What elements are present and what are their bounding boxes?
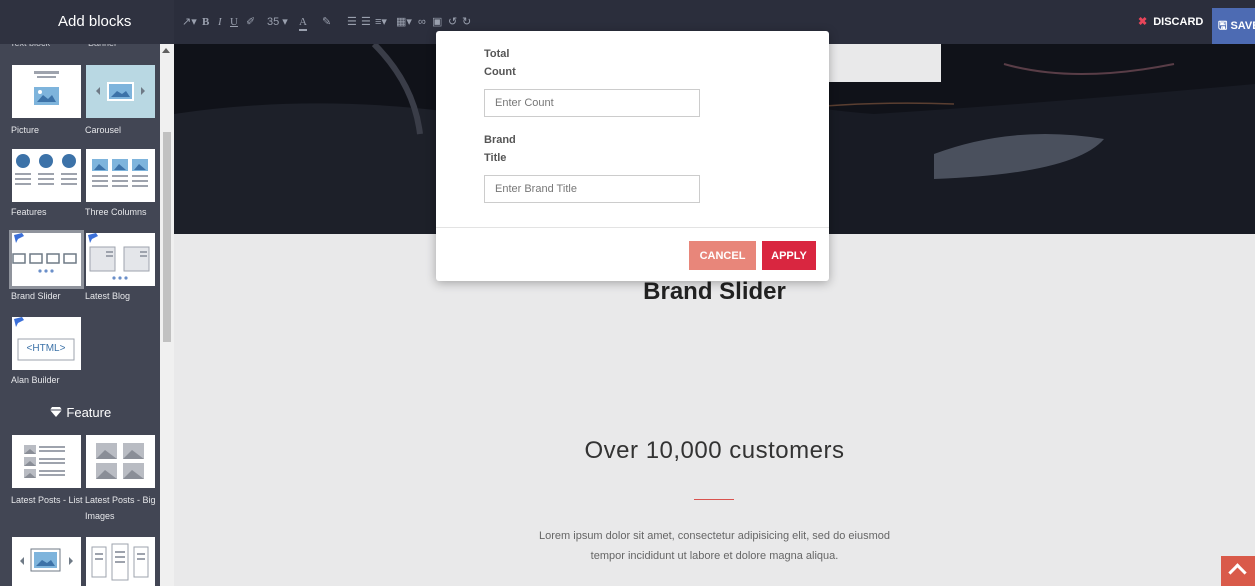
heading-divider (694, 499, 734, 500)
numbered-list-icon[interactable]: ☰ (361, 15, 371, 29)
save-label: SAVE (1230, 20, 1255, 32)
save-button[interactable]: 🖫 SAVE (1212, 8, 1255, 44)
carousel-thumbnail (86, 65, 155, 118)
scroll-to-top-button[interactable] (1221, 556, 1255, 586)
align-dropdown-icon[interactable]: ≡▾ (375, 15, 387, 29)
total-count-label: Total Count (484, 45, 516, 81)
close-icon: ✖ (1138, 16, 1148, 28)
scroll-up-arrow-icon[interactable] (162, 48, 170, 53)
brand-title-label-line-1: Brand (484, 134, 516, 146)
feature-section-header: Feature (0, 405, 160, 420)
brand-title-label: Brand Title (484, 131, 516, 167)
latest-posts-big-thumbnail (86, 435, 155, 488)
brand-title-input[interactable] (484, 175, 700, 203)
latest-posts-big-icon (96, 443, 144, 479)
image-insert-icon[interactable]: ▣ (432, 15, 442, 29)
sidebar-scrollbar[interactable] (160, 44, 174, 586)
lorem-line-2: tempor incididunt ut labore et dolore ma… (590, 550, 839, 562)
block-label: Brand Slider (11, 291, 61, 301)
brand-title-label-line-2: Title (484, 152, 507, 164)
total-count-label-line-2: Count (484, 66, 516, 78)
columns-list-icon (91, 543, 149, 581)
redo-icon[interactable]: ↻ (462, 15, 471, 29)
latest-blog-icon (88, 233, 150, 280)
block-label: Carousel (85, 125, 122, 135)
modal-footer-divider (436, 227, 829, 228)
alan-builder-thumbnail: <HTML> (12, 317, 81, 370)
image-slider-thumbnail (12, 537, 81, 586)
scrollbar-thumb[interactable] (163, 132, 171, 342)
font-size-value: 35 (267, 16, 280, 28)
block-label: Latest Posts - Big Images (85, 495, 156, 521)
bold-icon[interactable]: B (202, 15, 209, 29)
picture-thumbnail (12, 65, 81, 118)
columns-list-thumbnail (86, 537, 155, 586)
italic-icon[interactable]: I (218, 15, 222, 29)
three-columns-icon (92, 159, 148, 187)
eraser-icon[interactable]: ✐ (246, 15, 255, 29)
undo-icon[interactable]: ↺ (448, 15, 457, 29)
discard-label: DISCARD (1153, 16, 1204, 28)
page-content: Brand Slider Over 10,000 customers Lorem… (174, 234, 1255, 586)
count-input[interactable] (484, 89, 700, 117)
picture-icon (34, 71, 59, 105)
lorem-line-1: Lorem ipsum dolor sit amet, consectetur … (539, 530, 890, 542)
block-label: Picture (11, 125, 40, 135)
style-tool-icon[interactable]: ↗▾ (182, 15, 197, 29)
block-label: Features (11, 207, 47, 217)
three-columns-thumbnail (86, 149, 155, 202)
sidebar-title: Add blocks (0, 0, 174, 44)
save-icon: 🖫 (1218, 20, 1228, 32)
feature-section-title: Feature (66, 405, 112, 420)
block-label: Three Columns (85, 207, 147, 217)
latest-blog-thumbnail (86, 233, 155, 286)
carousel-icon (96, 82, 145, 101)
cancel-button[interactable]: CANCEL (689, 241, 756, 270)
bullet-list-icon[interactable]: ☰ (347, 15, 357, 29)
block-label: Alan Builder (11, 375, 60, 385)
features-thumbnail (12, 149, 81, 202)
brand-slider-icon (12, 233, 77, 273)
brand-slider-thumbnail (9, 230, 84, 289)
block-label: Latest Posts - List (11, 495, 83, 505)
brand-slider-heading: Brand Slider (643, 278, 786, 305)
features-icon (15, 154, 77, 185)
underline-icon[interactable]: U (230, 15, 238, 29)
text-color-icon[interactable]: A (299, 15, 307, 31)
latest-posts-list-icon (24, 445, 65, 478)
latest-posts-list-thumbnail (12, 435, 81, 488)
blocks-sidebar: Add blocks Text block Banner Picture (0, 0, 174, 586)
diamond-icon (49, 405, 67, 420)
hero-overlay-box (824, 44, 941, 82)
lorem-paragraph: Lorem ipsum dolor sit amet, consectetur … (494, 526, 935, 566)
apply-button[interactable]: APPLY (762, 241, 816, 270)
brush-icon[interactable]: ✎ (322, 15, 331, 29)
image-slider-icon (20, 548, 73, 572)
customers-heading: Over 10,000 customers (584, 437, 845, 464)
total-count-label-line-1: Total (484, 48, 510, 60)
html-tile-text: <HTML> (26, 343, 66, 354)
link-icon[interactable]: ∞ (418, 15, 426, 29)
block-label: Latest Blog (85, 291, 131, 301)
font-size-dropdown[interactable]: 35 ▾ (267, 15, 288, 29)
table-dropdown-icon[interactable]: ▦▾ (396, 15, 412, 29)
brand-settings-modal: Total Count Brand Title CANCEL APPLY (436, 31, 829, 281)
discard-button[interactable]: ✖ DISCARD (1138, 15, 1203, 28)
